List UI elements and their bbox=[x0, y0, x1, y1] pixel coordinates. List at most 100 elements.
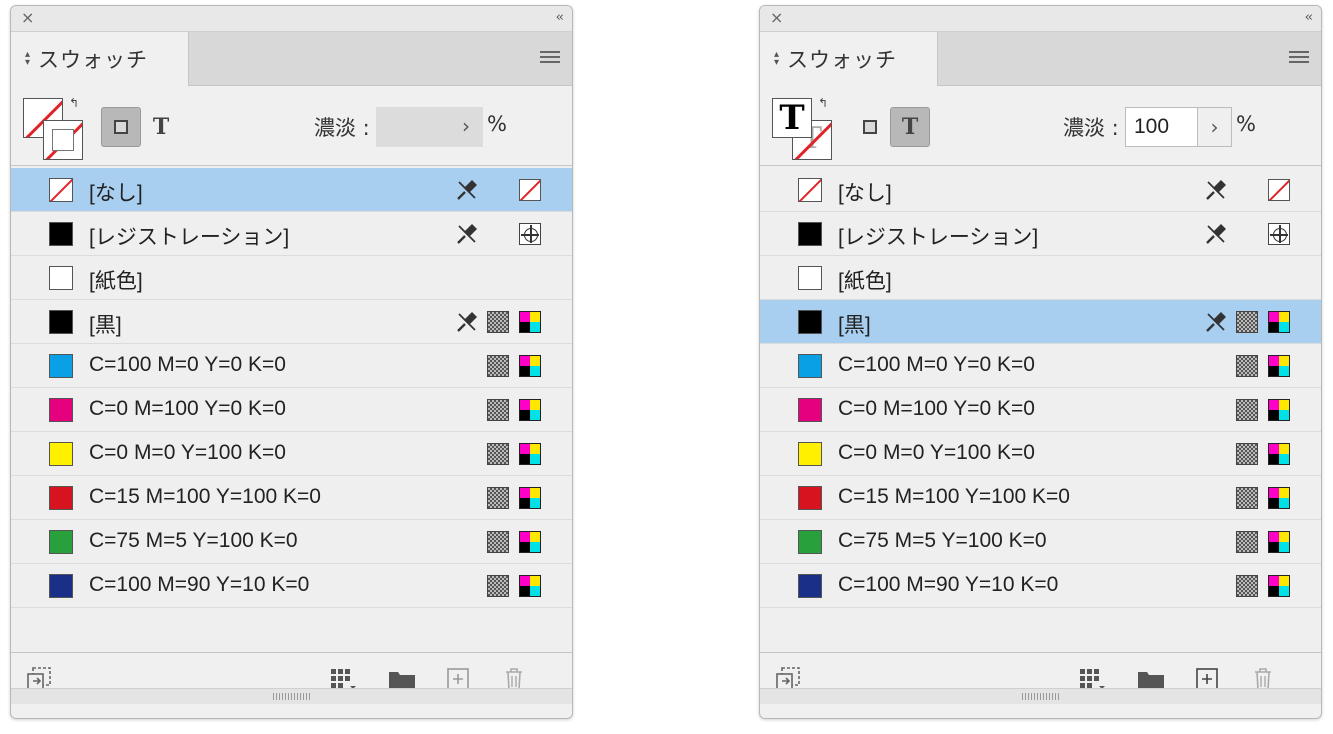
formatting-affects-container-button[interactable] bbox=[101, 107, 141, 147]
swatch-name: [レジストレーション] bbox=[89, 226, 290, 249]
formatting-affects-container-button[interactable] bbox=[850, 107, 890, 147]
swatches-panel-right: × ‹‹ ▴ ▾ スウォッチ TT ↰ T 濃淡 : 100 › % [なし] [レ… bbox=[759, 5, 1322, 719]
swatch-controls: ↰ T 濃淡 : › % bbox=[11, 86, 572, 166]
stroke-swatch[interactable] bbox=[43, 120, 83, 160]
swap-fill-stroke-icon[interactable]: ↰ bbox=[69, 96, 79, 110]
tint-label: 濃淡 : bbox=[1063, 116, 1119, 140]
swatch-color-chip bbox=[49, 310, 73, 334]
swatch-color-chip bbox=[798, 530, 822, 554]
swatch-row[interactable]: C=0 M=100 Y=0 K=0 bbox=[11, 388, 572, 432]
swatch-name: [紙色] bbox=[89, 270, 143, 293]
swatch-row[interactable]: C=15 M=100 Y=100 K=0 bbox=[11, 476, 572, 520]
panel-menu-icon[interactable] bbox=[540, 51, 560, 65]
swatch-name: C=100 M=90 Y=10 K=0 bbox=[838, 573, 1059, 596]
swatch-row[interactable]: [レジストレーション] bbox=[11, 212, 572, 256]
tab-swatches[interactable]: ▴ ▾ スウォッチ bbox=[11, 32, 189, 86]
tint-slider-toggle[interactable]: › bbox=[1198, 107, 1232, 147]
swatches-panel-left: × ‹‹ ▴ ▾ スウォッチ ↰ T 濃淡 : › % [なし] [レジストレーショ… bbox=[10, 5, 573, 719]
swatch-name: C=100 M=90 Y=10 K=0 bbox=[89, 573, 310, 596]
swatch-row[interactable]: [レジストレーション] bbox=[760, 212, 1321, 256]
cannot-edit-icon bbox=[455, 310, 479, 334]
swatch-row[interactable]: C=0 M=0 Y=100 K=0 bbox=[11, 432, 572, 476]
process-color-icon bbox=[1236, 575, 1258, 597]
resize-grip[interactable] bbox=[11, 688, 572, 704]
panel-footer bbox=[11, 652, 572, 704]
swatch-row[interactable]: [なし] bbox=[760, 168, 1321, 212]
process-color-icon bbox=[487, 443, 509, 465]
registration-icon bbox=[519, 223, 541, 245]
swatch-row[interactable]: C=0 M=100 Y=0 K=0 bbox=[760, 388, 1321, 432]
process-color-icon bbox=[487, 355, 509, 377]
container-icon bbox=[863, 120, 877, 134]
swatch-row[interactable]: C=75 M=5 Y=100 K=0 bbox=[760, 520, 1321, 564]
process-color-icon bbox=[487, 531, 509, 553]
cannot-edit-icon bbox=[455, 178, 479, 202]
panel-footer bbox=[760, 652, 1321, 704]
swatch-row[interactable]: C=100 M=90 Y=10 K=0 bbox=[760, 564, 1321, 608]
none-indicator-icon bbox=[1268, 179, 1290, 201]
swatch-row[interactable]: [紙色] bbox=[11, 256, 572, 300]
swatch-row[interactable]: C=75 M=5 Y=100 K=0 bbox=[11, 520, 572, 564]
swatch-name: C=15 M=100 Y=100 K=0 bbox=[89, 485, 321, 508]
swatch-row[interactable]: [紙色] bbox=[760, 256, 1321, 300]
cmyk-mode-icon bbox=[1268, 575, 1290, 597]
swatch-row[interactable]: [黒] bbox=[760, 300, 1321, 344]
formatting-affects-text-button[interactable]: T bbox=[890, 107, 930, 147]
collapse-panel-icon[interactable]: ‹‹ bbox=[1305, 9, 1314, 27]
panel-titlebar: × ‹‹ bbox=[11, 6, 572, 32]
cmyk-mode-icon bbox=[519, 355, 541, 377]
swatch-color-chip bbox=[798, 266, 822, 290]
panel-menu-icon[interactable] bbox=[1289, 51, 1309, 65]
process-color-icon bbox=[487, 575, 509, 597]
tint-input[interactable]: 100 bbox=[1125, 107, 1198, 147]
swatch-row[interactable]: C=100 M=0 Y=0 K=0 bbox=[11, 344, 572, 388]
collapse-panel-icon[interactable]: ‹‹ bbox=[556, 9, 565, 27]
swatch-color-chip bbox=[798, 222, 822, 246]
tint-label: 濃淡 : bbox=[314, 116, 370, 140]
cmyk-mode-icon bbox=[1268, 487, 1290, 509]
close-icon[interactable]: × bbox=[21, 9, 34, 27]
registration-icon bbox=[1268, 223, 1290, 245]
swatch-list: [なし] [レジストレーション] [紙色] [黒] C=100 M=0 Y=0 K=0 C… bbox=[760, 168, 1321, 652]
swatch-name: C=75 M=5 Y=100 K=0 bbox=[89, 529, 298, 552]
swatch-color-chip bbox=[798, 486, 822, 510]
swatch-name: C=0 M=0 Y=100 K=0 bbox=[89, 441, 286, 464]
swap-fill-stroke-icon[interactable]: ↰ bbox=[818, 96, 828, 110]
swatch-color-chip bbox=[798, 442, 822, 466]
formatting-affects-text-button[interactable]: T bbox=[141, 107, 181, 147]
tint-slider-toggle[interactable]: › bbox=[449, 107, 483, 147]
text-fill-swatch[interactable]: T bbox=[772, 98, 812, 138]
swatch-row[interactable]: C=15 M=100 Y=100 K=0 bbox=[760, 476, 1321, 520]
text-icon: T bbox=[152, 114, 170, 140]
cannot-edit-icon bbox=[1204, 178, 1228, 202]
swatch-row[interactable]: [なし] bbox=[11, 168, 572, 212]
swatch-color-chip bbox=[49, 178, 73, 202]
swatch-color-chip bbox=[798, 178, 822, 202]
cannot-edit-icon bbox=[1204, 310, 1228, 334]
swatch-color-chip bbox=[49, 222, 73, 246]
swatch-name: [なし] bbox=[89, 182, 143, 205]
swatch-color-chip bbox=[798, 310, 822, 334]
cmyk-mode-icon bbox=[1268, 311, 1290, 333]
tab-swatches[interactable]: ▴ ▾ スウォッチ bbox=[760, 32, 938, 86]
swatch-color-chip bbox=[49, 530, 73, 554]
swatch-row[interactable]: [黒] bbox=[11, 300, 572, 344]
tint-input[interactable] bbox=[376, 107, 449, 147]
text-icon: T bbox=[901, 114, 919, 140]
tint-unit: % bbox=[1236, 112, 1256, 136]
tab-expand-icon[interactable]: ▴ ▾ bbox=[25, 50, 30, 68]
swatch-color-chip bbox=[49, 354, 73, 378]
process-color-icon bbox=[1236, 355, 1258, 377]
swatch-row[interactable]: C=100 M=90 Y=10 K=0 bbox=[11, 564, 572, 608]
tab-expand-icon[interactable]: ▴ ▾ bbox=[774, 50, 779, 68]
tint-unit: % bbox=[487, 112, 507, 136]
swatch-color-chip bbox=[49, 574, 73, 598]
close-icon[interactable]: × bbox=[770, 9, 783, 27]
swatch-row[interactable]: C=0 M=0 Y=100 K=0 bbox=[760, 432, 1321, 476]
process-color-icon bbox=[1236, 443, 1258, 465]
resize-grip[interactable] bbox=[760, 688, 1321, 704]
process-color-icon bbox=[487, 311, 509, 333]
swatch-row[interactable]: C=100 M=0 Y=0 K=0 bbox=[760, 344, 1321, 388]
tab-label: スウォッチ bbox=[38, 48, 149, 72]
swatch-name: [紙色] bbox=[838, 270, 892, 293]
